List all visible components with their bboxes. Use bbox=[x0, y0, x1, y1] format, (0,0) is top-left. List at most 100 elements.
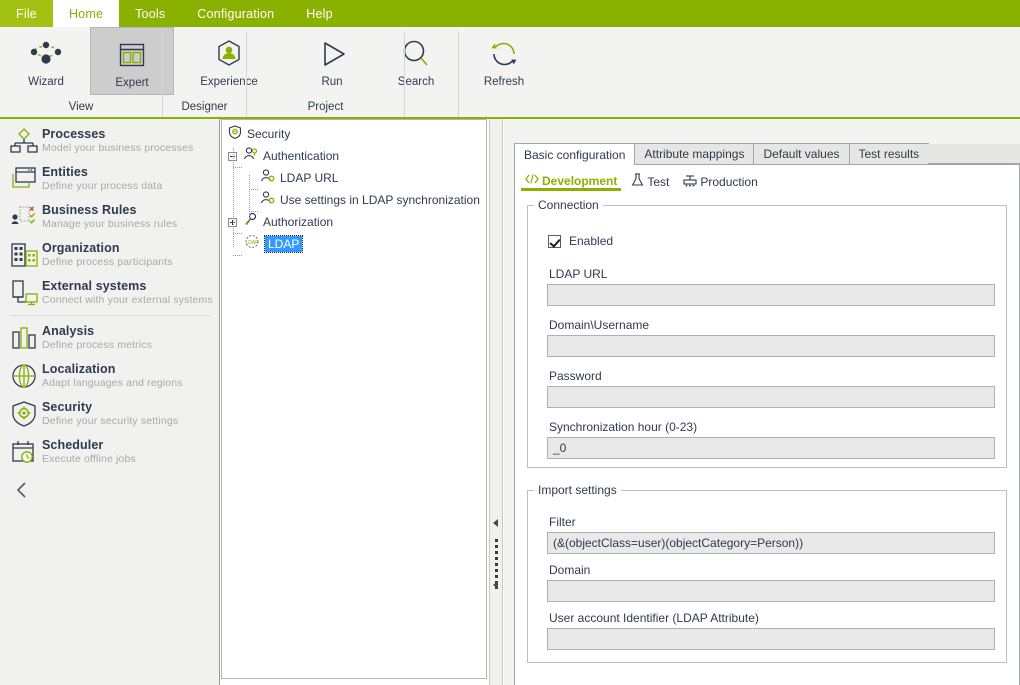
server-rack-icon bbox=[683, 174, 697, 190]
domain-label: Domain bbox=[549, 563, 591, 577]
panel-splitter[interactable] bbox=[489, 119, 503, 685]
run-button-label: Run bbox=[321, 76, 343, 88]
env-tab-test[interactable]: Test bbox=[627, 172, 673, 191]
ribbon-tab-help[interactable]: Help bbox=[290, 0, 349, 27]
sidebar-item-localization[interactable]: Localization Adapt languages and regions bbox=[0, 357, 219, 395]
filter-input[interactable]: (&(objectClass=user)(objectCategory=Pers… bbox=[547, 532, 995, 554]
env-tab-production[interactable]: Production bbox=[679, 172, 761, 191]
ribbon-tab-bar: File Home Tools Configuration Help bbox=[0, 0, 1020, 27]
ldap-icon: LDAP bbox=[244, 234, 260, 254]
sidebar-item-scheduler[interactable]: Scheduler Execute offline jobs bbox=[0, 433, 219, 471]
ribbon-group-separator bbox=[458, 31, 459, 117]
code-brackets-icon bbox=[525, 173, 539, 188]
flask-icon bbox=[631, 173, 644, 190]
layout-panels-icon bbox=[113, 34, 151, 76]
tab-basic-configuration[interactable]: Basic configuration bbox=[514, 143, 636, 165]
magnifier-icon bbox=[396, 33, 436, 75]
sidebar-item-analysis[interactable]: Analysis Define process metrics bbox=[0, 319, 219, 357]
play-triangle-icon bbox=[312, 33, 352, 75]
sidebar-item-subtitle: Model your business processes bbox=[42, 142, 194, 155]
synchronization-hour-input[interactable]: _0 bbox=[547, 437, 995, 459]
refresh-button[interactable]: Refresh bbox=[462, 27, 546, 95]
tree-connector-line bbox=[249, 189, 259, 190]
ribbon-group-separator bbox=[404, 31, 405, 117]
tree-node-label: Security bbox=[247, 127, 291, 141]
tree-node-label: Use settings in LDAP synchronization bbox=[280, 193, 480, 207]
sidebar-item-security[interactable]: Security Define your security settings bbox=[0, 395, 219, 433]
user-node-icon bbox=[260, 190, 275, 210]
import-settings-group-legend: Import settings bbox=[538, 483, 617, 497]
calendar-clock-icon bbox=[8, 437, 42, 467]
sidebar-item-business-rules[interactable]: Business Rules Manage your business rule… bbox=[0, 198, 219, 236]
security-tree[interactable]: Security Authentication LDAP URL Use set… bbox=[221, 119, 487, 679]
person-hexagon-icon bbox=[209, 33, 249, 75]
sidebar-item-subtitle: Execute offline jobs bbox=[42, 453, 136, 466]
password-input[interactable] bbox=[547, 386, 995, 408]
sidebar-item-organization[interactable]: Organization Define process participants bbox=[0, 236, 219, 274]
tree-node-authentication[interactable]: Authentication bbox=[222, 145, 486, 167]
tree-node-use-settings-in-ldap-synchronization[interactable]: Use settings in LDAP synchronization bbox=[222, 189, 486, 211]
ribbon-tab-home[interactable]: Home bbox=[52, 0, 120, 27]
sidebar-collapse-button[interactable] bbox=[0, 471, 219, 513]
env-tab-development[interactable]: Development bbox=[521, 172, 622, 191]
sidebar-item-subtitle: Define your security settings bbox=[42, 415, 179, 428]
tab-test-results[interactable]: Test results bbox=[848, 143, 930, 164]
splitter-collapse-down-icon[interactable] bbox=[493, 581, 498, 589]
sidebar-item-subtitle: Manage your business rules bbox=[42, 218, 178, 231]
sidebar-item-title: External systems bbox=[42, 278, 147, 293]
tree-node-ldap-url[interactable]: LDAP URL bbox=[222, 167, 486, 189]
process-flow-icon bbox=[8, 126, 42, 156]
filter-label: Filter bbox=[549, 515, 576, 529]
environment-tabbar: Development Test Production bbox=[521, 172, 768, 191]
tab-default-values[interactable]: Default values bbox=[753, 143, 850, 164]
tree-node-security[interactable]: Security bbox=[222, 123, 486, 145]
search-button[interactable]: Search bbox=[374, 27, 458, 95]
tree-node-ldap[interactable]: LDAP LDAP bbox=[222, 233, 486, 255]
expert-button-label: Expert bbox=[115, 77, 149, 89]
sidebar-item-title: Security bbox=[42, 399, 93, 414]
run-button[interactable]: Run bbox=[290, 27, 374, 95]
user-account-identifier-input[interactable] bbox=[547, 628, 995, 650]
sidebar-item-title: Entities bbox=[42, 164, 88, 179]
password-label: Password bbox=[549, 369, 602, 383]
import-settings-group: Import settings Filter (&(objectClass=us… bbox=[527, 483, 1007, 663]
domain-username-input[interactable] bbox=[547, 335, 995, 357]
env-tab-label: Production bbox=[700, 174, 758, 189]
connection-group: Connection Enabled LDAP URL Domain\Usern… bbox=[527, 198, 1007, 468]
ldap-url-input[interactable] bbox=[547, 284, 995, 306]
tree-connector-line bbox=[233, 233, 243, 234]
navigation-sidebar: Processes Model your business processes … bbox=[0, 119, 220, 685]
tree-node-label: Authentication bbox=[263, 149, 340, 163]
splitter-collapse-up-icon[interactable] bbox=[493, 519, 498, 527]
wizard-button-label: Wizard bbox=[28, 76, 64, 88]
experience-button[interactable]: Experience bbox=[184, 27, 274, 95]
domain-input[interactable] bbox=[547, 580, 995, 602]
key-icon bbox=[243, 212, 258, 232]
ldap-url-label: LDAP URL bbox=[549, 267, 608, 281]
globe-icon bbox=[8, 361, 42, 391]
experience-button-label: Experience bbox=[200, 76, 258, 88]
user-key-icon bbox=[243, 146, 258, 166]
ribbon-tab-tools[interactable]: Tools bbox=[119, 0, 181, 27]
tab-attribute-mappings[interactable]: Attribute mappings bbox=[634, 143, 755, 164]
refresh-button-label: Refresh bbox=[483, 76, 525, 88]
connection-group-legend: Connection bbox=[538, 198, 599, 212]
external-systems-icon bbox=[8, 278, 42, 308]
enabled-checkbox[interactable] bbox=[548, 234, 561, 248]
ribbon-tab-file[interactable]: File bbox=[0, 0, 53, 27]
sidebar-item-subtitle: Adapt languages and regions bbox=[42, 377, 183, 390]
tree-node-authorization[interactable]: Authorization bbox=[222, 211, 486, 233]
enabled-checkbox-row[interactable]: Enabled bbox=[548, 234, 613, 248]
sidebar-item-external-systems[interactable]: External systems Connect with your exter… bbox=[0, 274, 219, 312]
enabled-checkbox-label: Enabled bbox=[569, 234, 614, 248]
wizard-button[interactable]: Wizard bbox=[4, 27, 88, 95]
ribbon-group-label-project: Project bbox=[307, 101, 344, 113]
configuration-panel: Basic configuration Attribute mappings D… bbox=[504, 119, 1020, 685]
sidebar-item-title: Processes bbox=[42, 126, 106, 141]
ribbon-group-label-designer: Designer bbox=[181, 101, 228, 113]
shield-gear-icon bbox=[8, 399, 42, 429]
sidebar-item-processes[interactable]: Processes Model your business processes bbox=[0, 122, 219, 160]
ribbon-tab-configuration[interactable]: Configuration bbox=[181, 0, 290, 27]
sidebar-item-entities[interactable]: Entities Define your process data bbox=[0, 160, 219, 198]
tree-node-label: LDAP bbox=[263, 235, 304, 253]
